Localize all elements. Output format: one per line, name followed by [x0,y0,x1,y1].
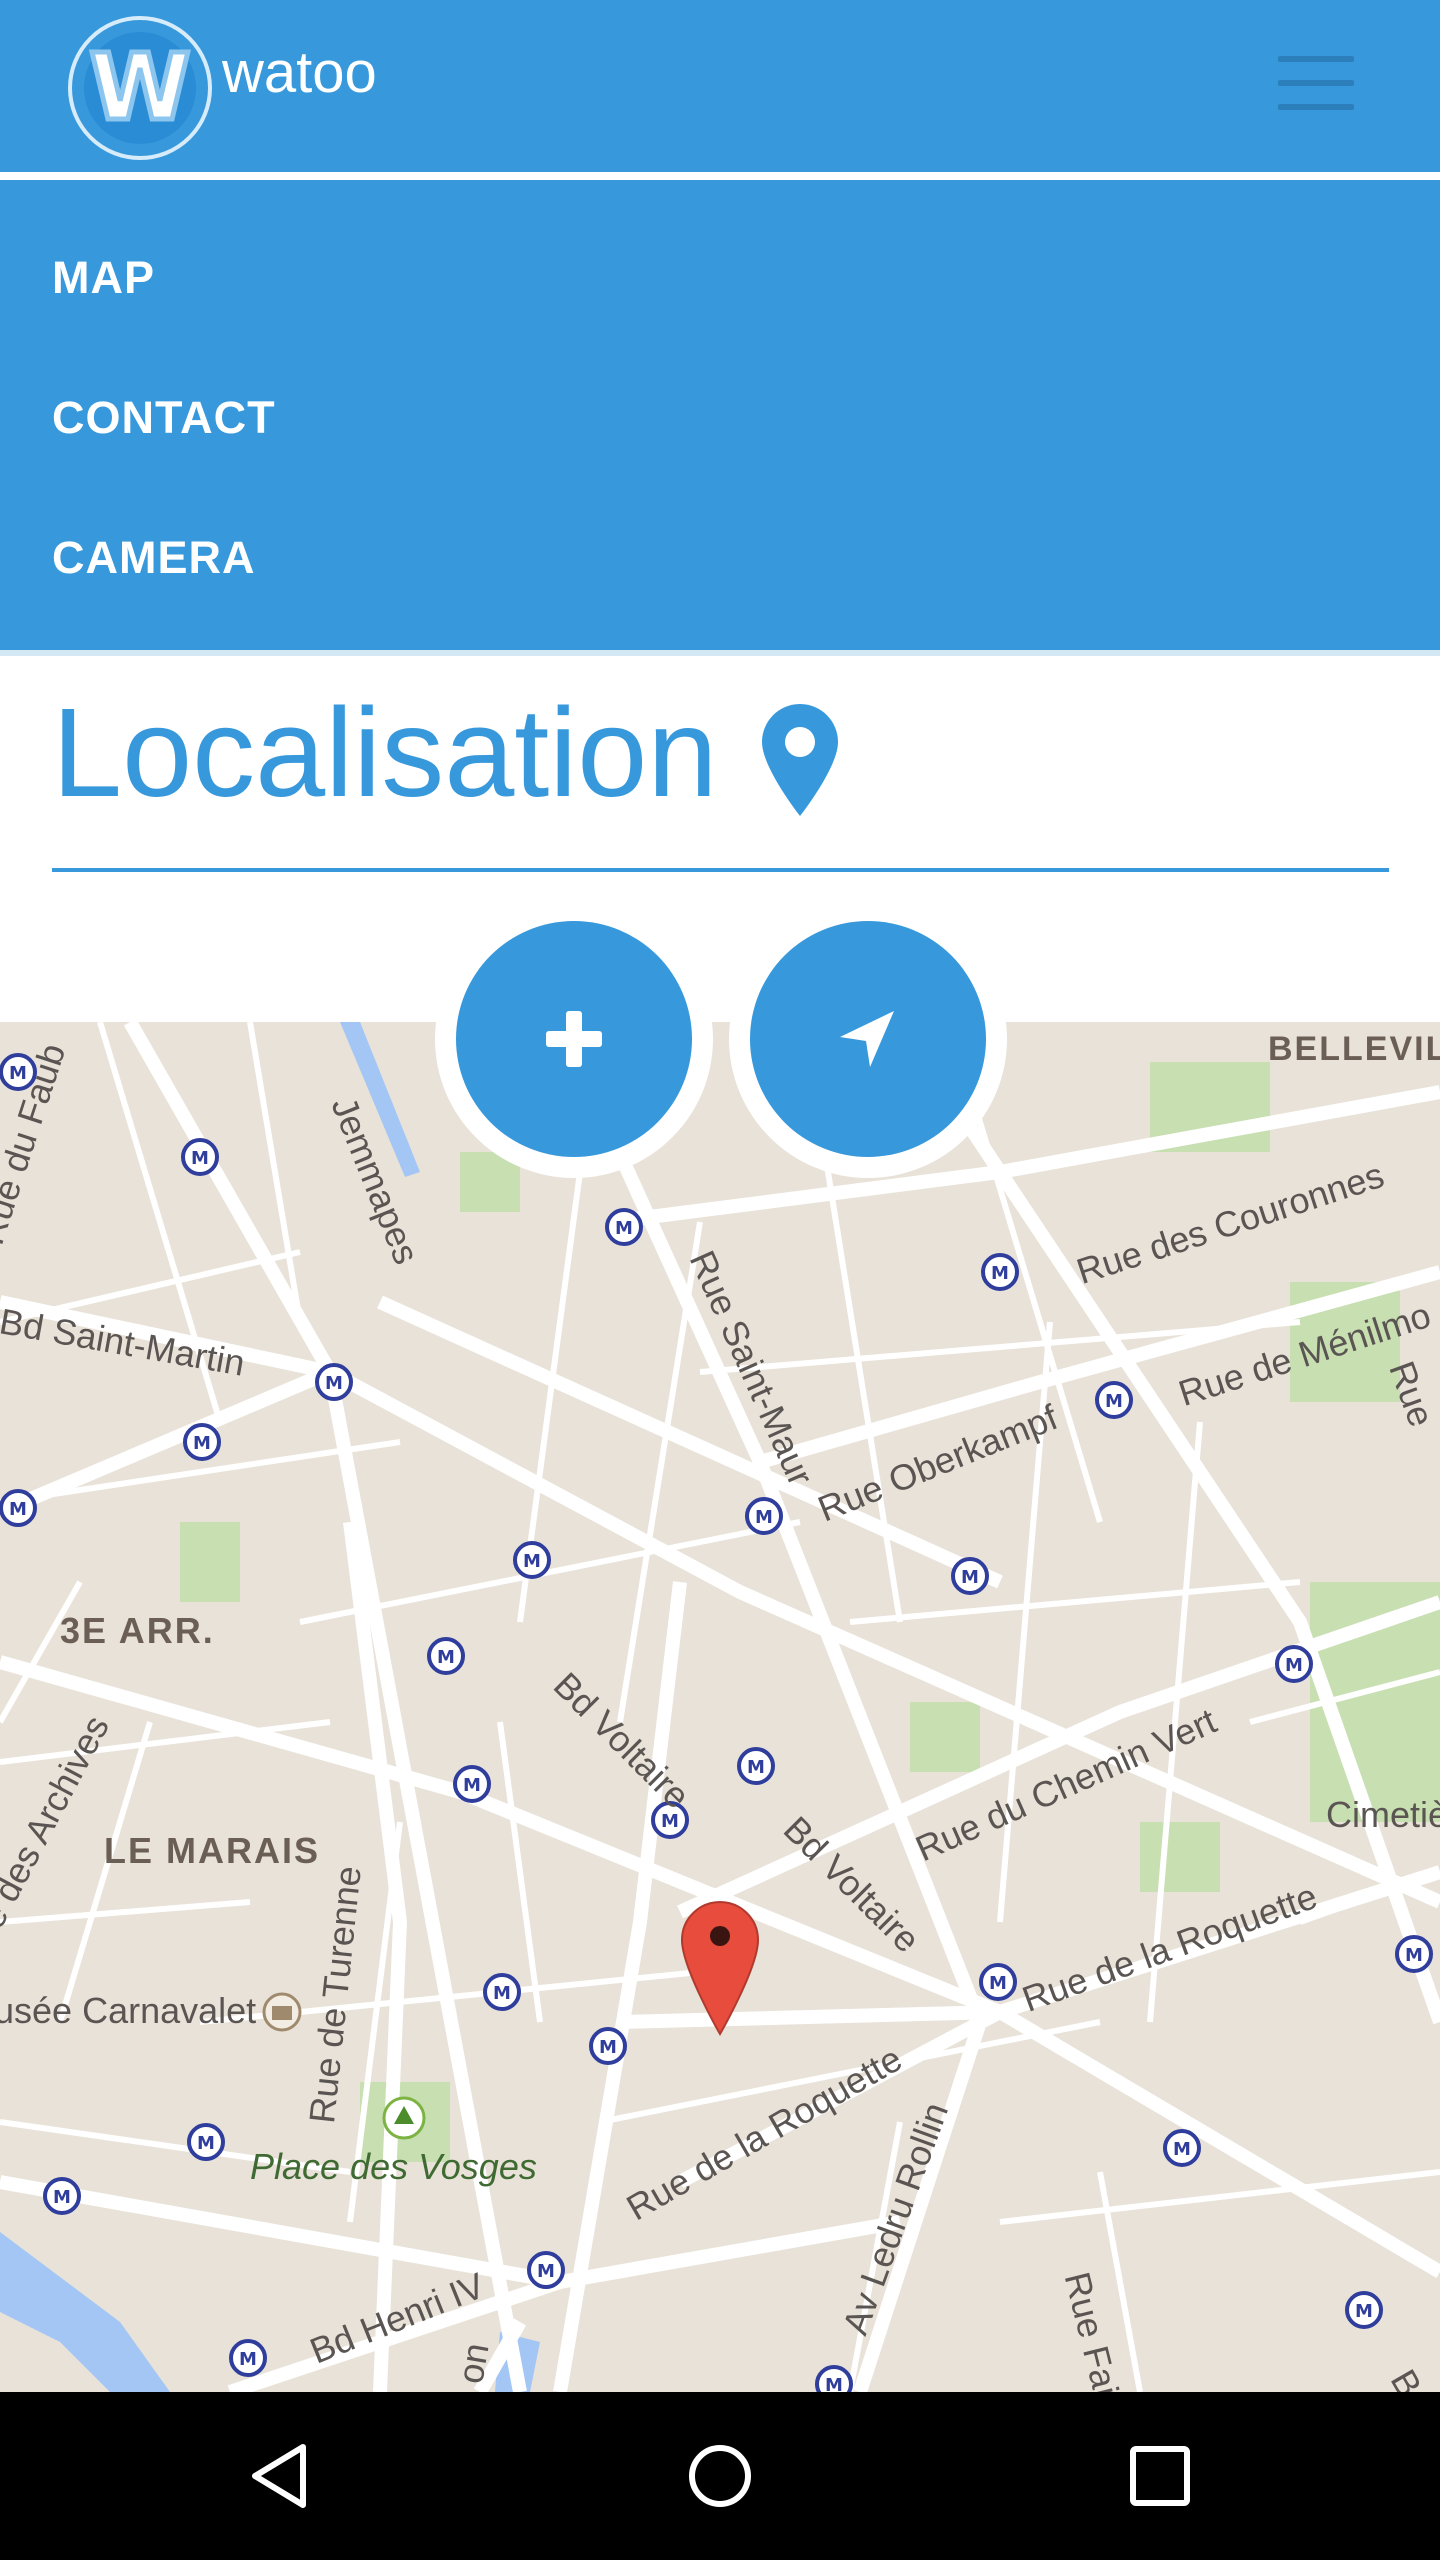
plus-icon [546,1011,602,1067]
logo-circle: W [84,32,196,144]
svg-text:M: M [755,1507,773,1528]
locate-button[interactable] [750,921,986,1157]
svg-text:M: M [197,2133,215,2154]
svg-text:M: M [1405,1945,1423,1966]
page-title: Localisation [52,682,718,823]
nav-item-camera[interactable]: CAMERA [52,532,256,584]
svg-text:M: M [537,2261,555,2282]
svg-text:M: M [53,2187,71,2208]
svg-text:M: M [825,2375,843,2392]
watoo-logo[interactable]: W [68,16,212,160]
map-label: BELLEVIL [1268,1030,1440,1068]
nav-item-contact[interactable]: CONTACT [52,392,276,444]
svg-text:M: M [437,1647,455,1668]
svg-text:M: M [747,1757,765,1778]
svg-text:M: M [523,1551,541,1572]
svg-text:M: M [1173,2139,1191,2160]
app-header: W watoo [0,0,1440,172]
navigation-arrow-icon [840,1011,894,1067]
nav-menu: MAP CONTACT CAMERA [0,180,1440,650]
header-divider [0,172,1440,180]
system-navigation-bar [0,2392,1440,2560]
recents-square-icon [1130,2446,1190,2506]
svg-text:M: M [325,1373,343,1394]
title-underline [52,868,1389,872]
add-button[interactable] [456,921,692,1157]
map-label: 3E ARR. [60,1610,215,1651]
hamburger-line [1278,56,1354,62]
hamburger-menu-icon[interactable] [1278,56,1354,110]
map-pin-icon [762,704,838,816]
map-view[interactable]: MMM MMM MMM MMM MMM MMM MMM MMM MMM BELL… [0,1022,1440,2392]
svg-text:M: M [239,2349,257,2370]
map-label: LE MARAIS [104,1830,320,1871]
svg-text:M: M [193,1433,211,1454]
svg-text:M: M [1285,1655,1303,1676]
back-button[interactable] [196,2392,364,2560]
home-circle-icon [689,2445,751,2507]
logo-letter: W [87,34,194,141]
svg-text:M: M [991,1263,1009,1284]
svg-text:M: M [493,1983,511,2004]
svg-text:M: M [1355,2301,1373,2322]
svg-text:M: M [191,1148,209,1169]
hamburger-line [1278,104,1354,110]
svg-text:M: M [1105,1391,1123,1412]
map-label: Cimetiè [1326,1794,1440,1835]
svg-text:M: M [9,1499,27,1520]
map-label: Place des Vosges [250,2146,537,2187]
svg-text:M: M [463,1775,481,1796]
map-label: usée Carnavalet [0,1990,257,2031]
svg-text:M: M [615,1218,633,1239]
nav-divider [0,650,1440,656]
home-button[interactable] [636,2392,804,2560]
recents-button[interactable] [1076,2392,1244,2560]
map-label: on [449,2339,497,2387]
svg-text:M: M [599,2037,617,2058]
back-triangle-icon [252,2444,306,2508]
svg-text:M: M [961,1567,979,1588]
hamburger-line [1278,80,1354,86]
brand-name[interactable]: watoo [222,44,377,102]
svg-text:M: M [989,1973,1007,1994]
nav-item-map[interactable]: MAP [52,252,155,304]
